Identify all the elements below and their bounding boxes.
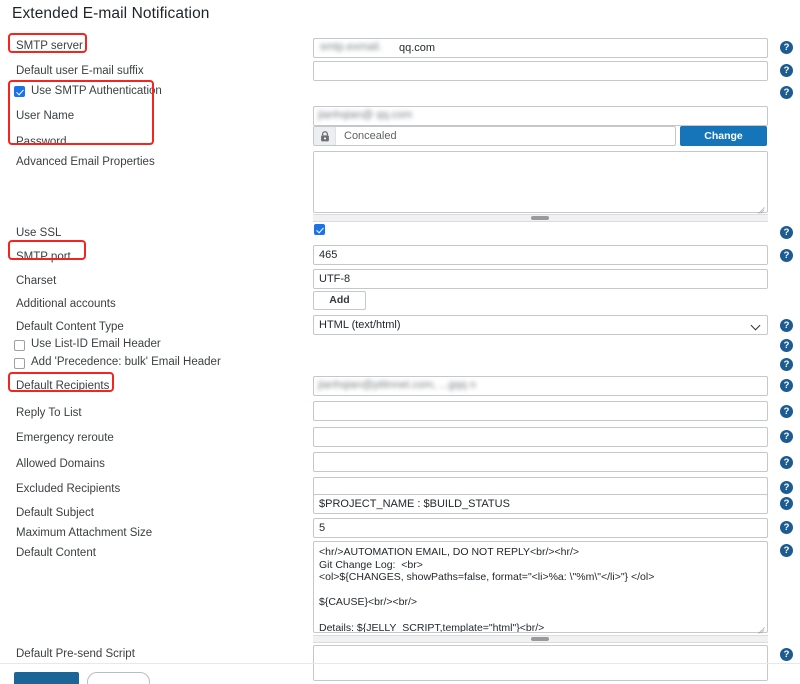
label-excluded-recipients: Excluded Recipients [16, 483, 121, 495]
extended-email-notification-page: Extended E-mail Notification SMTP server… [0, 0, 800, 684]
default-recipients-redacted-text: jianhqian@ptitnnet.com, ...gqq n [318, 379, 476, 391]
allowed-domains-field[interactable] [313, 452, 768, 472]
maximum-attachment-size-field[interactable] [313, 518, 768, 538]
save-button[interactable] [14, 672, 79, 684]
help-icon-precedence-bulk[interactable]: ? [780, 358, 793, 371]
checkbox-use-list-id-email-header[interactable] [14, 340, 25, 351]
label-allowed-domains: Allowed Domains [16, 458, 105, 470]
chevron-down-icon [750, 320, 761, 331]
reply-to-list-field[interactable] [313, 401, 768, 421]
help-icon-default-subject[interactable]: ? [780, 497, 793, 510]
help-icon-use-ssl[interactable]: ? [780, 226, 793, 239]
default-content-hscrollbar[interactable] [313, 635, 768, 643]
checkbox-use-smtp-authentication[interactable] [14, 86, 25, 97]
default-email-suffix-input[interactable] [313, 61, 768, 81]
checkbox-use-ssl[interactable] [314, 224, 325, 235]
label-charset: Charset [16, 275, 57, 287]
allowed-domains-input[interactable] [313, 452, 768, 472]
label-advanced-email-properties: Advanced Email Properties [16, 156, 155, 168]
label-additional-accounts: Additional accounts [16, 298, 116, 310]
help-icon-default-content[interactable]: ? [780, 544, 793, 557]
user-name-redacted-text: jianhqian@ qq.com [318, 109, 413, 121]
help-icon-default-content-type[interactable]: ? [780, 319, 793, 332]
default-content-field[interactable]: <hr/>AUTOMATION EMAIL, DO NOT REPLY<br/>… [313, 541, 768, 638]
label-default-subject: Default Subject [16, 507, 94, 519]
change-password-button[interactable]: Change Password [680, 126, 767, 160]
apply-button[interactable] [87, 672, 150, 684]
help-icon-default-recipients[interactable]: ? [780, 379, 793, 392]
label-default-recipients: Default Recipients [16, 380, 110, 392]
label-precedence-bulk-email-header: Add 'Precedence: bulk' Email Header [31, 356, 221, 368]
smtp-port-field[interactable] [313, 245, 768, 265]
password-field[interactable]: Concealed [313, 126, 676, 146]
help-icon-default-email-suffix[interactable]: ? [780, 64, 793, 77]
advanced-props-hscrollbar[interactable] [313, 214, 768, 222]
help-icon-excluded-recipients[interactable]: ? [780, 481, 793, 494]
default-content-type-value: HTML (text/html) [319, 319, 401, 331]
label-smtp-port: SMTP port [16, 251, 71, 263]
label-reply-to-list: Reply To List [16, 407, 82, 419]
label-default-pre-send-script: Default Pre-send Script [16, 648, 135, 660]
help-icon-maximum-attachment-size[interactable]: ? [780, 521, 793, 534]
checkbox-precedence-bulk-email-header[interactable] [14, 358, 25, 369]
help-icon-default-pre-send-script[interactable]: ? [780, 648, 793, 661]
reply-to-list-input[interactable] [313, 401, 768, 421]
label-password: Password [16, 136, 67, 148]
charset-field[interactable] [313, 269, 768, 289]
help-icon-use-list-id[interactable]: ? [780, 339, 793, 352]
help-icon-reply-to-list[interactable]: ? [780, 405, 793, 418]
label-maximum-attachment-size: Maximum Attachment Size [16, 527, 153, 539]
default-subject-input[interactable] [313, 494, 768, 514]
smtp-port-input[interactable] [313, 245, 768, 265]
default-content-type-field[interactable]: HTML (text/html) [313, 315, 768, 335]
label-default-content-type: Default Content Type [16, 321, 124, 333]
smtp-server-redacted-text: smtp.exmail. [320, 41, 382, 53]
help-icon-use-smtp-authentication[interactable]: ? [780, 86, 793, 99]
label-use-list-id-email-header: Use List-ID Email Header [31, 338, 161, 350]
label-default-content: Default Content [16, 547, 96, 559]
label-default-email-suffix: Default user E-mail suffix [16, 65, 144, 77]
help-icon-allowed-domains[interactable]: ? [780, 456, 793, 469]
charset-input[interactable] [313, 269, 768, 289]
help-icon-emergency-reroute[interactable]: ? [780, 430, 793, 443]
advanced-email-properties-textarea[interactable] [313, 151, 768, 213]
bottom-divider [0, 663, 800, 664]
label-use-ssl: Use SSL [16, 227, 62, 239]
default-content-textarea[interactable]: <hr/>AUTOMATION EMAIL, DO NOT REPLY<br/>… [313, 541, 768, 633]
page-title: Extended E-mail Notification [12, 5, 210, 22]
maximum-attachment-size-input[interactable] [313, 518, 768, 538]
default-email-suffix-field[interactable] [313, 61, 768, 81]
lock-icon [314, 127, 336, 145]
additional-accounts-field: Add [313, 291, 366, 310]
emergency-reroute-input[interactable] [313, 427, 768, 447]
default-pre-send-script-field[interactable] [313, 645, 768, 684]
advanced-email-properties-field[interactable] [313, 151, 768, 218]
add-account-button[interactable]: Add [313, 291, 366, 310]
label-smtp-server: SMTP server [16, 40, 83, 52]
help-icon-smtp-server[interactable]: ? [780, 41, 793, 54]
help-icon-smtp-port[interactable]: ? [780, 249, 793, 262]
password-concealed-text: Concealed [344, 130, 397, 142]
label-use-smtp-authentication: Use SMTP Authentication [31, 85, 162, 97]
default-content-type-select[interactable]: HTML (text/html) [313, 315, 768, 335]
emergency-reroute-field[interactable] [313, 427, 768, 447]
label-user-name: User Name [16, 110, 75, 122]
label-emergency-reroute: Emergency reroute [16, 432, 114, 444]
default-subject-field[interactable] [313, 494, 768, 514]
